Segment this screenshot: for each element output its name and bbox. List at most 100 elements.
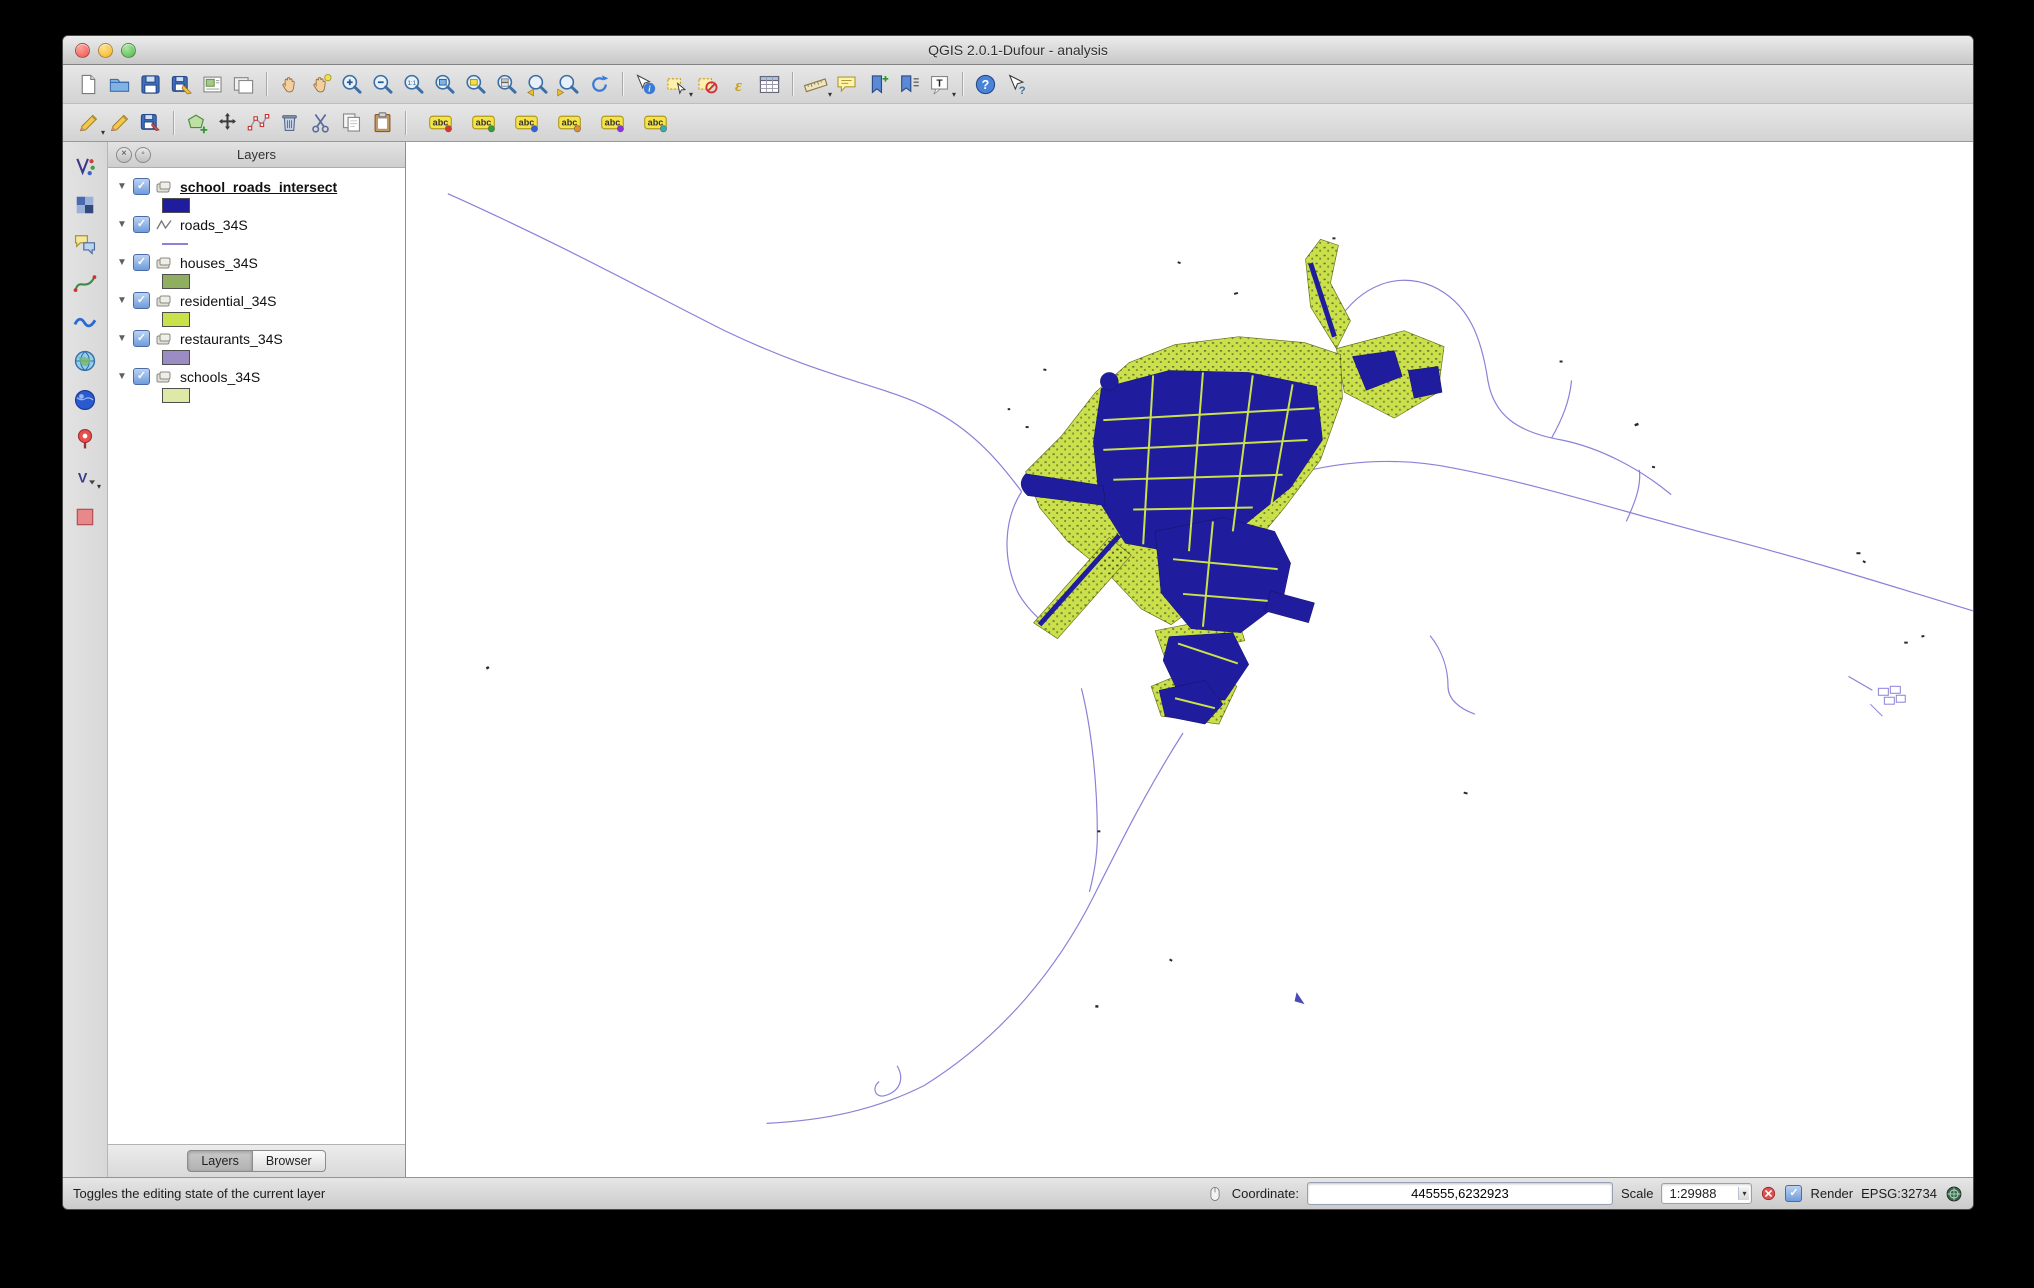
web-plugin-tool-button[interactable] [70, 347, 100, 375]
zoom-to-layer-button[interactable] [491, 69, 522, 100]
map-comments-tool-button[interactable] [70, 230, 100, 258]
disclosure-triangle-icon[interactable]: ▼ [116, 333, 128, 344]
layer-visibility-checkbox[interactable]: ✓ [133, 254, 150, 271]
paste-features-button[interactable] [367, 107, 398, 138]
layer-label[interactable]: schools_34S [180, 369, 260, 385]
map-canvas[interactable] [406, 142, 1973, 1177]
copy-features-button[interactable] [336, 107, 367, 138]
layer-label[interactable]: restaurants_34S [180, 331, 283, 347]
map-tips-button[interactable] [831, 69, 862, 100]
raster-tool-button[interactable] [70, 191, 100, 219]
window-zoom-button[interactable] [121, 43, 136, 58]
disclosure-triangle-icon[interactable]: ▼ [116, 181, 128, 192]
layer-visibility-checkbox[interactable]: ✓ [133, 368, 150, 385]
new-bookmark-button[interactable] [862, 69, 893, 100]
identify-features-button[interactable]: i [630, 69, 661, 100]
open-attribute-table-button[interactable] [754, 69, 785, 100]
layer-symbology-swatch[interactable] [162, 243, 188, 245]
tab-layers[interactable]: Layers [187, 1150, 252, 1172]
window-minimize-button[interactable] [98, 43, 113, 58]
deselect-features-button[interactable] [692, 69, 723, 100]
layer-label[interactable]: houses_34S [180, 255, 258, 271]
text-annotation-button[interactable]: T▾ [924, 69, 955, 100]
node-tool-button[interactable] [243, 107, 274, 138]
interpolation-tool-button[interactable] [70, 152, 100, 180]
panel-close-button[interactable]: × [116, 147, 132, 163]
crs-status-button[interactable] [1945, 1185, 1963, 1203]
zoom-in-button[interactable] [336, 69, 367, 100]
show-bookmarks-button[interactable] [893, 69, 924, 100]
zoom-actual-button[interactable]: 1:1 [398, 69, 429, 100]
layer-visibility-checkbox[interactable]: ✓ [133, 292, 150, 309]
layer-item-residential_34S[interactable]: ▼ ✓ residential_34S [108, 290, 405, 311]
composer-manager-button[interactable] [228, 69, 259, 100]
coordinate-input[interactable] [1307, 1182, 1613, 1205]
scale-combo[interactable]: 1:29988 ▾ [1661, 1183, 1752, 1204]
save-project-as-button[interactable] [166, 69, 197, 100]
disclosure-triangle-icon[interactable]: ▼ [116, 371, 128, 382]
metasearch-tool-button[interactable] [70, 386, 100, 414]
zoom-last-button[interactable] [522, 69, 553, 100]
zoom-full-button[interactable] [429, 69, 460, 100]
move-feature-button[interactable] [212, 107, 243, 138]
zoom-to-selection-button[interactable] [460, 69, 491, 100]
zoom-out-button[interactable] [367, 69, 398, 100]
layer-visibility-checkbox[interactable]: ✓ [133, 178, 150, 195]
spline-digitizing-tool-button[interactable] [70, 269, 100, 297]
grass-tool-button[interactable] [70, 308, 100, 336]
layer-visibility-checkbox[interactable]: ✓ [133, 330, 150, 347]
label-rotate-button[interactable]: abc [597, 107, 628, 138]
save-layer-edits-button[interactable] [135, 107, 166, 138]
pan-to-selection-button[interactable] [305, 69, 336, 100]
open-project-button[interactable] [104, 69, 135, 100]
layer-symbology-swatch[interactable] [162, 274, 190, 289]
refresh-map-button[interactable] [584, 69, 615, 100]
current-edits-button[interactable]: ▾ [73, 107, 104, 138]
toggle-editing-button[interactable] [104, 107, 135, 138]
disclosure-triangle-icon[interactable]: ▼ [116, 295, 128, 306]
vector-menu-tool-button[interactable]: V▾ [70, 464, 100, 492]
label-properties-button[interactable]: abc [640, 107, 671, 138]
layer-item-roads_34S[interactable]: ▼ ✓ roads_34S [108, 214, 405, 235]
delete-selected-button[interactable] [274, 107, 305, 138]
layer-symbology-swatch[interactable] [162, 388, 190, 403]
disclosure-triangle-icon[interactable]: ▼ [116, 257, 128, 268]
georeferencer-tool-button[interactable] [70, 425, 100, 453]
zoom-next-button[interactable] [553, 69, 584, 100]
render-checkbox[interactable]: ✓ [1785, 1185, 1802, 1202]
layer-item-schools_34S[interactable]: ▼ ✓ schools_34S [108, 366, 405, 387]
stop-render-icon[interactable] [1760, 1185, 1777, 1202]
add-feature-button[interactable] [181, 107, 212, 138]
select-features-button[interactable]: ▾ [661, 69, 692, 100]
measure-button[interactable]: ▾ [800, 69, 831, 100]
panel-float-button[interactable]: ◦ [135, 147, 151, 163]
layer-labeling-button[interactable]: abc [425, 107, 456, 138]
save-project-button[interactable] [135, 69, 166, 100]
layer-item-restaurants_34S[interactable]: ▼ ✓ restaurants_34S [108, 328, 405, 349]
layer-symbology-swatch[interactable] [162, 350, 190, 365]
layer-label[interactable]: residential_34S [180, 293, 277, 309]
layer-item-school_roads_intersect[interactable]: ▼ ✓ school_roads_intersect [108, 176, 405, 197]
new-print-composer-button[interactable] [197, 69, 228, 100]
label-pinned-button[interactable]: abc [468, 107, 499, 138]
label-move-button[interactable]: abc [554, 107, 585, 138]
road-graph-tool-button[interactable] [70, 503, 100, 531]
layer-label[interactable]: roads_34S [180, 217, 248, 233]
window-titlebar[interactable]: QGIS 2.0.1-Dufour - analysis [63, 36, 1973, 65]
layer-label[interactable]: school_roads_intersect [180, 179, 337, 195]
select-by-expression-button[interactable]: ε [723, 69, 754, 100]
mouse-extent-icon[interactable] [1206, 1185, 1224, 1203]
whats-this-button[interactable]: ? [1001, 69, 1032, 100]
layer-visibility-checkbox[interactable]: ✓ [133, 216, 150, 233]
new-project-button[interactable] [73, 69, 104, 100]
layer-symbology-swatch[interactable] [162, 312, 190, 327]
tab-browser[interactable]: Browser [252, 1150, 326, 1172]
window-close-button[interactable] [75, 43, 90, 58]
pan-map-button[interactable] [274, 69, 305, 100]
layer-symbology-swatch[interactable] [162, 198, 190, 213]
disclosure-triangle-icon[interactable]: ▼ [116, 219, 128, 230]
layer-item-houses_34S[interactable]: ▼ ✓ houses_34S [108, 252, 405, 273]
cut-features-button[interactable] [305, 107, 336, 138]
label-highlight-button[interactable]: abc [511, 107, 542, 138]
help-contents-button[interactable]: ? [970, 69, 1001, 100]
